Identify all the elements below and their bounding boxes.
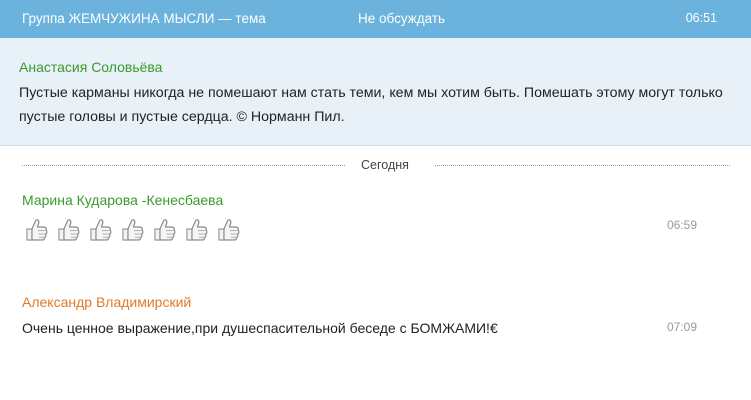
mute-discussion-button[interactable]: Не обсуждать [358,11,445,26]
topic-text: Пустые карманы никогда не помешают нам с… [19,85,723,125]
emoji-row [22,216,242,244]
topic-author[interactable]: Анастасия Соловьёва [19,59,162,75]
comment-time: 07:09 [667,320,698,334]
comment-text: Очень ценное выражение,при душеспаситель… [22,320,498,336]
comment: Марина Кударова -Кенесбаева 06:59 [0,192,751,252]
date-divider-label: Сегодня [361,158,409,172]
topic-title[interactable]: Группа ЖЕМЧУЖИНА МЫСЛИ — тема [22,11,266,26]
thumbs-up-icon [58,219,80,241]
thumbs-up-icon [26,219,48,241]
comment-time: 06:59 [667,218,698,232]
divider-line-right [435,165,730,166]
thumbs-up-icon [186,219,208,241]
comment-author[interactable]: Марина Кударова -Кенесбаева [22,192,223,208]
topic-time: 06:51 [685,11,717,25]
comment: Александр Владимирский Очень ценное выра… [0,294,751,364]
topic-post: Анастасия Соловьёва Пустые карманы никог… [0,38,751,146]
comment-author[interactable]: Александр Владимирский [22,294,191,310]
thumbs-up-icon [122,219,144,241]
thumbs-up-icon [90,219,112,241]
thumbs-up-icon [218,219,240,241]
date-divider: Сегодня [22,157,730,175]
topbar: Группа ЖЕМЧУЖИНА МЫСЛИ — тема Не обсужда… [0,0,751,38]
thumbs-up-icon [154,219,176,241]
divider-line-left [22,165,345,166]
